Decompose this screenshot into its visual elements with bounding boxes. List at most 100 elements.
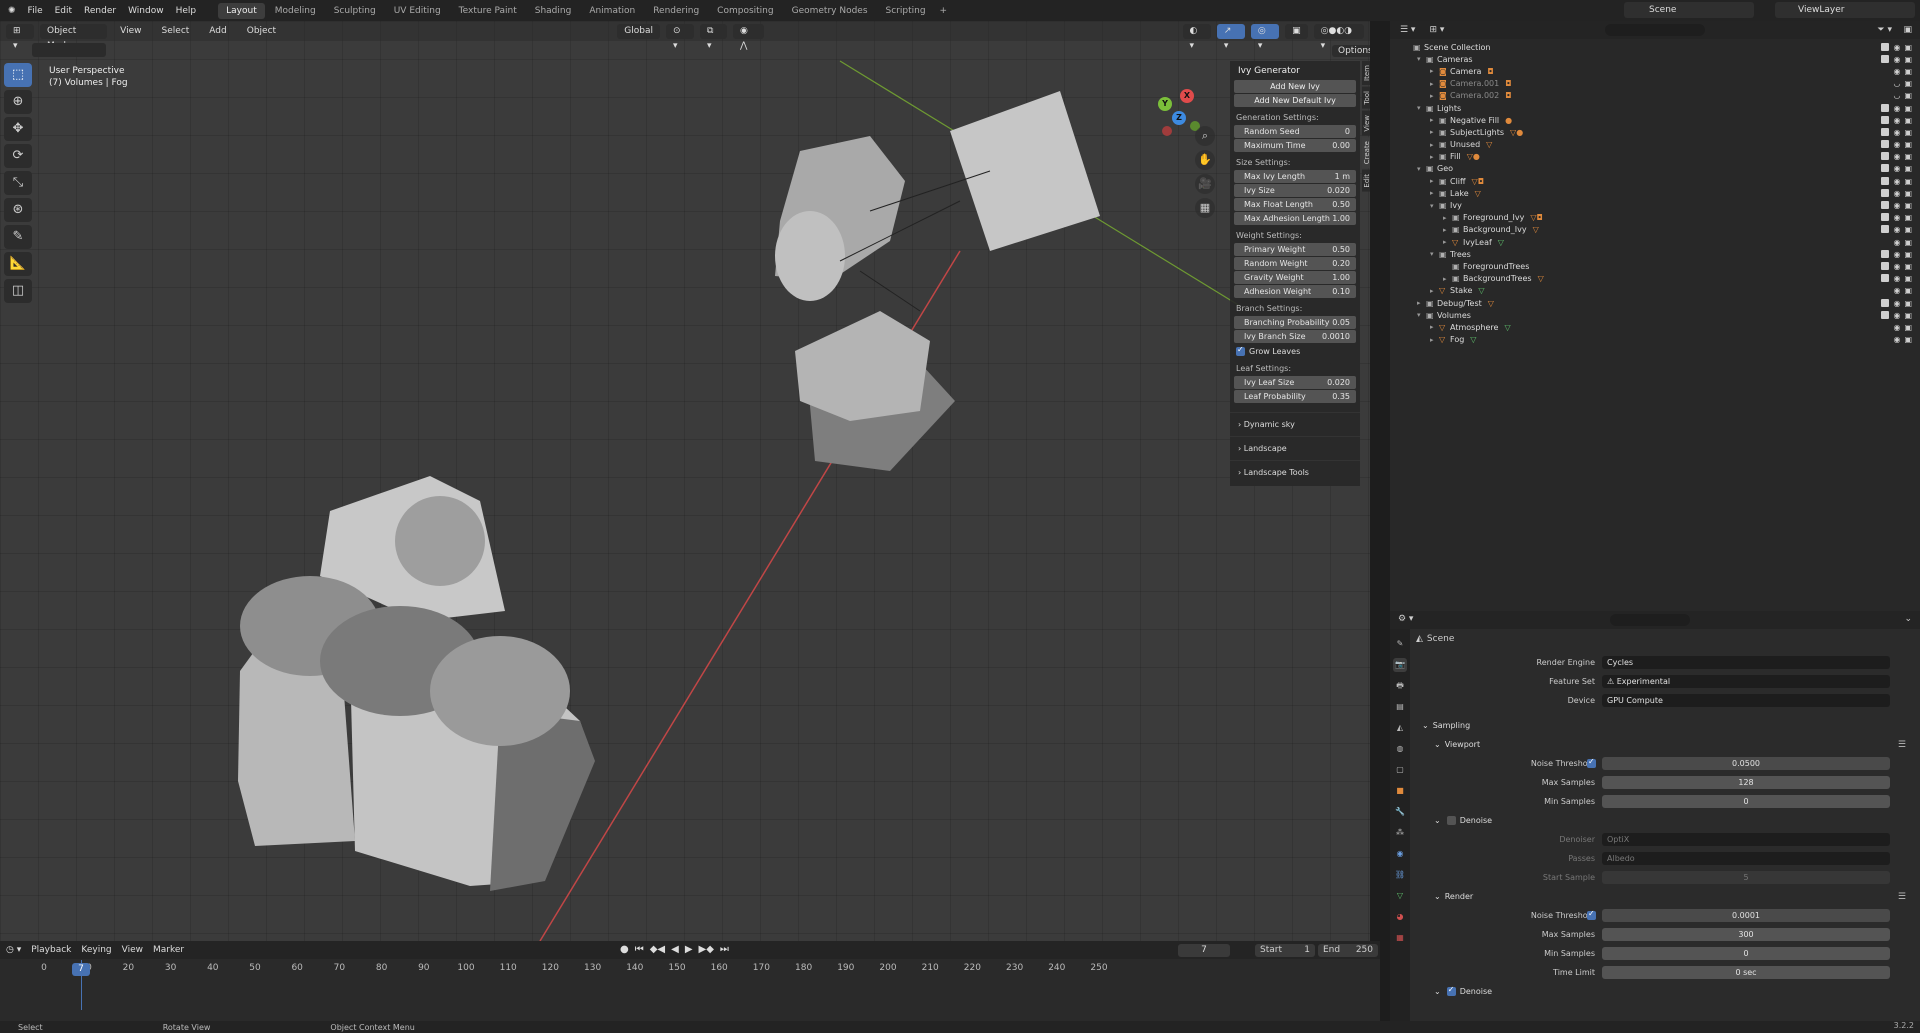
gizmo-x-icon[interactable]: X bbox=[1180, 89, 1194, 103]
render-camera-icon[interactable]: ▣ bbox=[1904, 91, 1912, 100]
exclude-checkbox[interactable] bbox=[1881, 42, 1890, 51]
render-camera-icon[interactable]: ▣ bbox=[1904, 335, 1912, 344]
exclude-checkbox[interactable] bbox=[1881, 249, 1890, 258]
expand-arrow-icon[interactable]: ▾ bbox=[1417, 311, 1426, 319]
menu-marker[interactable]: Marker bbox=[153, 945, 184, 955]
tab-texture-paint[interactable]: Texture Paint bbox=[451, 3, 525, 19]
outliner-row[interactable]: ▸ ▽ Fog ▽ ◉ ▣ bbox=[1390, 334, 1920, 346]
ivy-setting-field[interactable]: Max Ivy Length 1 m bbox=[1234, 170, 1356, 183]
material-tab-icon[interactable]: ◕ bbox=[1393, 910, 1407, 924]
render-tab-icon[interactable]: 📷 bbox=[1393, 658, 1407, 672]
end-frame-field[interactable]: End 250 bbox=[1318, 944, 1378, 957]
ivy-setting-field[interactable]: Branching Probability 0.05 bbox=[1234, 316, 1356, 329]
eye-icon[interactable]: ◉ bbox=[1893, 189, 1900, 198]
outliner-row[interactable]: ▾ ▣ Ivy ◉ ▣ bbox=[1390, 199, 1920, 211]
xray-icon[interactable]: ▣ bbox=[1285, 23, 1308, 39]
menu-view[interactable]: View bbox=[113, 24, 148, 39]
tab-shading[interactable]: Shading bbox=[527, 3, 580, 19]
eye-icon[interactable]: ◉ bbox=[1893, 152, 1900, 161]
render-engine-dropdown[interactable]: Cycles bbox=[1602, 656, 1890, 669]
device-dropdown[interactable]: GPU Compute bbox=[1602, 694, 1890, 707]
menu-window[interactable]: Window bbox=[122, 6, 170, 16]
outliner-row[interactable]: ▸ ▣ Fill ▽● ◉ ▣ bbox=[1390, 151, 1920, 163]
render-camera-icon[interactable]: ▣ bbox=[1904, 311, 1912, 320]
exclude-checkbox[interactable] bbox=[1881, 152, 1890, 161]
outliner-row[interactable]: ▾ ▣ Volumes ◉ ▣ bbox=[1390, 309, 1920, 321]
scene-tab-icon[interactable]: ◭ bbox=[1393, 721, 1407, 735]
render-camera-icon[interactable]: ▣ bbox=[1904, 274, 1912, 283]
render-camera-icon[interactable]: ▣ bbox=[1904, 299, 1912, 308]
outliner-row[interactable]: ▣ Scene Collection ◉ ▣ bbox=[1390, 41, 1920, 53]
play-reverse-icon[interactable]: ◀ bbox=[671, 944, 679, 955]
jump-start-icon[interactable]: ⏮ bbox=[635, 944, 644, 955]
transform-orientation[interactable]: Global bbox=[617, 23, 660, 39]
exclude-checkbox[interactable] bbox=[1881, 140, 1890, 149]
expand-arrow-icon[interactable]: ▸ bbox=[1430, 177, 1439, 185]
tab-layout[interactable]: Layout bbox=[218, 2, 265, 19]
ivy-setting-field[interactable]: Max Adhesion Length 1.00 bbox=[1234, 212, 1356, 225]
expand-arrow-icon[interactable]: ▸ bbox=[1430, 128, 1439, 136]
ortho-grid-icon[interactable]: ▦ bbox=[1195, 198, 1215, 218]
options-dropdown[interactable]: Options bbox=[1332, 45, 1370, 57]
shading-modes-icon[interactable]: ◎●◐◑ ▾ bbox=[1313, 23, 1365, 51]
render-denoise-header[interactable]: ⌄ Denoise bbox=[1412, 982, 1920, 1001]
current-frame-field[interactable]: 7 bbox=[1178, 944, 1230, 957]
exclude-checkbox[interactable] bbox=[1881, 310, 1890, 319]
exclude-checkbox[interactable] bbox=[1881, 103, 1890, 112]
record-icon[interactable]: ● bbox=[620, 944, 629, 955]
render-camera-icon[interactable]: ▣ bbox=[1904, 116, 1912, 125]
editor-type-icon[interactable]: ⊞ ▾ bbox=[6, 23, 34, 51]
expand-arrow-icon[interactable]: ▸ bbox=[1417, 299, 1426, 307]
eye-icon[interactable]: ◉ bbox=[1893, 104, 1900, 113]
data-tab-icon[interactable]: ▽ bbox=[1393, 889, 1407, 903]
noise-threshold-checkbox[interactable] bbox=[1587, 909, 1596, 920]
expand-arrow-icon[interactable]: ▸ bbox=[1430, 323, 1439, 331]
render-camera-icon[interactable]: ▣ bbox=[1904, 43, 1912, 52]
properties-search-input[interactable] bbox=[1610, 614, 1690, 626]
tab-edit[interactable]: Edit bbox=[1362, 170, 1370, 192]
outliner-row[interactable]: ▸ ◙ Camera.001 ◘ ◡ ▣ bbox=[1390, 78, 1920, 90]
frame-ruler[interactable]: 0102030405060708090100110120130140150160… bbox=[0, 963, 1380, 977]
outliner-row[interactable]: ▸ ◙ Camera.002 ◘ ◡ ▣ bbox=[1390, 90, 1920, 102]
exclude-checkbox[interactable] bbox=[1881, 164, 1890, 173]
selection-mode-buttons[interactable] bbox=[32, 43, 106, 57]
outliner-row[interactable]: ▸ ▣ BackgroundTrees ▽ ◉ ▣ bbox=[1390, 273, 1920, 285]
ivy-setting-field[interactable]: Random Seed 0 bbox=[1234, 125, 1356, 138]
expand-arrow-icon[interactable]: ▾ bbox=[1430, 250, 1439, 258]
eye-icon[interactable]: ◉ bbox=[1893, 140, 1900, 149]
exclude-checkbox[interactable] bbox=[1881, 54, 1890, 63]
ivy-setting-field[interactable]: Primary Weight 0.50 bbox=[1234, 243, 1356, 256]
expand-arrow-icon[interactable]: ▾ bbox=[1417, 55, 1426, 63]
render-camera-icon[interactable]: ▣ bbox=[1904, 104, 1912, 113]
timeline-editor-icon[interactable]: ◷ ▾ bbox=[6, 945, 21, 955]
eye-icon[interactable]: ◉ bbox=[1893, 335, 1900, 344]
expand-arrow-icon[interactable]: ▸ bbox=[1430, 153, 1439, 161]
world-tab-icon[interactable]: ◍ bbox=[1393, 742, 1407, 756]
menu-render[interactable]: Render bbox=[78, 6, 122, 16]
tool-tab-icon[interactable]: ✎ bbox=[1393, 637, 1407, 651]
expand-arrow-icon[interactable]: ▸ bbox=[1430, 67, 1439, 75]
eye-icon[interactable]: ◉ bbox=[1893, 55, 1900, 64]
exclude-checkbox[interactable] bbox=[1881, 213, 1890, 222]
gizmo-neg-x-icon[interactable] bbox=[1162, 126, 1172, 136]
ivy-panel-title[interactable]: Ivy Generator bbox=[1230, 63, 1360, 79]
outliner-search-input[interactable] bbox=[1605, 24, 1705, 36]
eye-icon[interactable]: ◉ bbox=[1893, 286, 1900, 295]
expand-arrow-icon[interactable]: ▾ bbox=[1417, 165, 1426, 173]
eye-icon[interactable]: ◉ bbox=[1893, 250, 1900, 259]
view-layer-tab-icon[interactable]: ▤ bbox=[1393, 700, 1407, 714]
expand-arrow-icon[interactable]: ▸ bbox=[1443, 275, 1452, 283]
outliner-row[interactable]: ▸ ▣ Debug/Test ▽ ◉ ▣ bbox=[1390, 297, 1920, 309]
filter-icon[interactable]: ⏷ ▾ bbox=[1877, 25, 1892, 35]
expand-arrow-icon[interactable]: ▸ bbox=[1430, 141, 1439, 149]
exclude-checkbox[interactable] bbox=[1881, 115, 1890, 124]
jump-end-icon[interactable]: ⏭ bbox=[720, 944, 729, 955]
physics-tab-icon[interactable]: ◉ bbox=[1393, 847, 1407, 861]
render-camera-icon[interactable]: ▣ bbox=[1904, 164, 1912, 173]
outliner-row[interactable]: ▸ ▣ Negative Fill ● ◉ ▣ bbox=[1390, 114, 1920, 126]
next-keyframe-icon[interactable]: ▶◆ bbox=[699, 944, 714, 955]
expand-arrow-icon[interactable]: ▸ bbox=[1430, 116, 1439, 124]
render-subpanel-header[interactable]: ⌄ Render ☰ bbox=[1412, 887, 1920, 906]
expand-arrow-icon[interactable]: ▾ bbox=[1430, 202, 1439, 210]
ivy-setting-field[interactable]: Random Weight 0.20 bbox=[1234, 257, 1356, 270]
